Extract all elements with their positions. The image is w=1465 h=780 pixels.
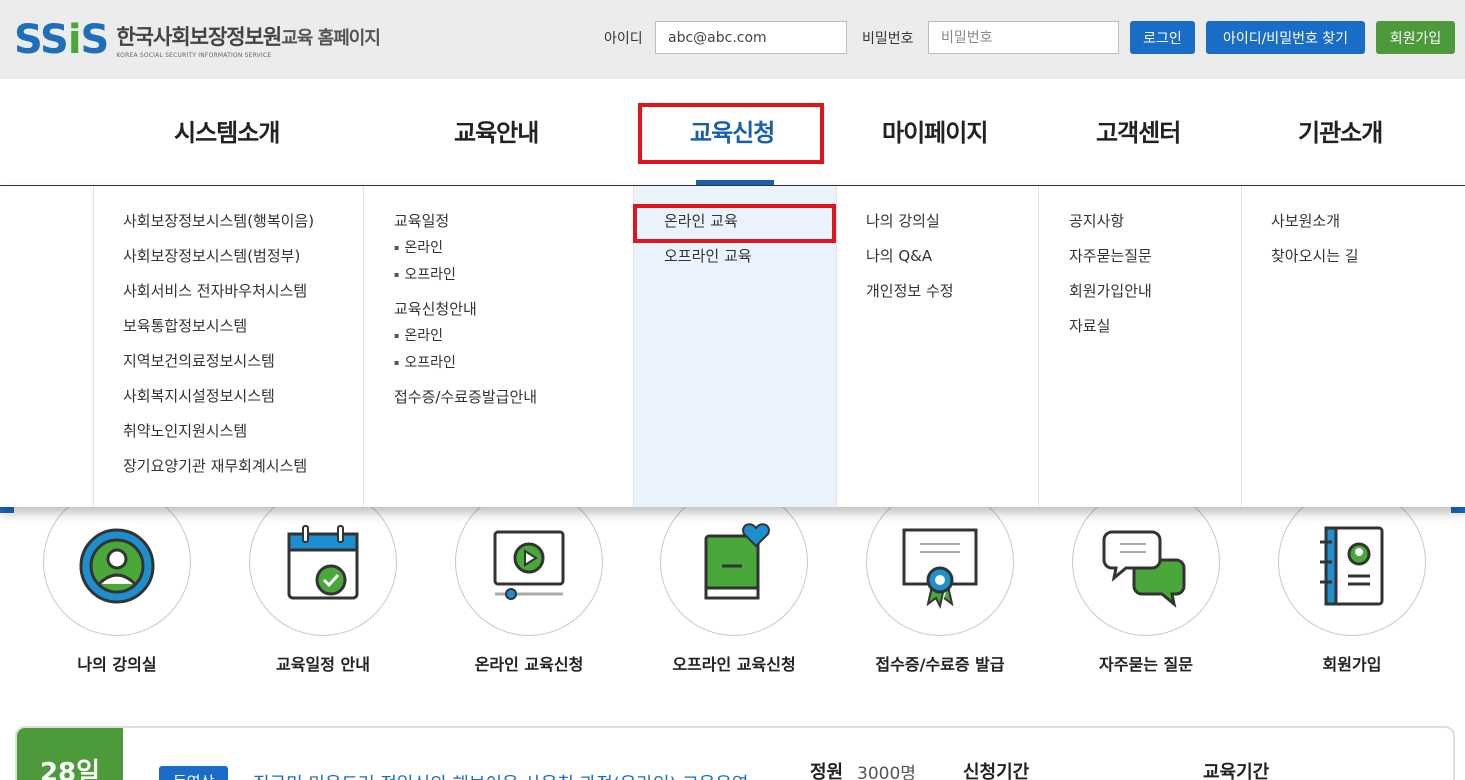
logo-title: 한국사회보장정보원교육 홈페이지 xyxy=(116,25,381,49)
highlight-box-nav xyxy=(638,103,824,164)
quick-link-classroom[interactable] xyxy=(43,488,191,636)
menu-item-certificate-guide[interactable]: 접수증/수료증발급안내 xyxy=(394,387,633,407)
quick-link-faq[interactable] xyxy=(1072,488,1220,636)
find-account-button[interactable]: 아이디/비밀번호 찾기 xyxy=(1206,21,1365,54)
course-title-link[interactable]: 집국민 미음드러 정일신의 해보이음 사음칙 과정(온라인) 교육운영 xyxy=(253,770,813,780)
video-play-icon xyxy=(493,530,565,600)
logo-mark: SSiS xyxy=(14,17,109,63)
menu-col-system: 사회보장정보시스템(행복이음) 사회보장정보시스템(범정부) 사회서비스 전자바… xyxy=(93,186,363,507)
menu-item-profile-edit[interactable]: 개인정보 수정 xyxy=(866,281,1038,301)
logo-english: KOREA SOCIAL SECURITY INFORMATION SERVIC… xyxy=(116,52,272,59)
quick-link-certificate[interactable] xyxy=(866,488,1014,636)
course-type-tag: 동영상 xyxy=(159,766,229,780)
highlight-box-menu xyxy=(633,204,836,243)
menu-item-apply-guide[interactable]: 교육신청안내 xyxy=(394,299,633,319)
user-circle-icon xyxy=(79,528,155,604)
nav-system-intro[interactable]: 시스템소개 xyxy=(174,113,280,148)
menu-col-mypage: 나의 강의실 나의 Q&A 개인정보 수정 xyxy=(836,186,1038,507)
quick-link-schedule[interactable] xyxy=(249,488,397,636)
menu-item-schedule-offline[interactable]: 오프라인 xyxy=(394,265,633,285)
edu-period-label: 교육기간 xyxy=(1203,762,1270,780)
menu-item-join-guide[interactable]: 회원가입안내 xyxy=(1069,281,1241,301)
quick-link-label[interactable]: 회원가입 xyxy=(1252,651,1452,675)
quick-link-label[interactable]: 교육일정 안내 xyxy=(223,651,423,675)
menu-item-classroom[interactable]: 나의 강의실 xyxy=(866,211,1038,231)
menu-item-org-intro[interactable]: 사보원소개 xyxy=(1271,211,1465,231)
nav-about[interactable]: 기관소개 xyxy=(1298,113,1383,148)
menu-item-schedule[interactable]: 교육일정 xyxy=(394,211,633,231)
menu-item-system[interactable]: 사회보장정보시스템(행복이음) xyxy=(123,211,363,231)
quick-link-label[interactable]: 온라인 교육신청 xyxy=(429,651,629,675)
id-input[interactable] xyxy=(655,21,847,54)
chat-bubbles-icon xyxy=(1102,530,1186,608)
quick-link-online-apply[interactable] xyxy=(455,488,603,636)
quick-link-label[interactable]: 접수증/수료증 발급 xyxy=(840,651,1040,675)
menu-item-system[interactable]: 사회보장정보시스템(범정부) xyxy=(123,246,363,266)
active-nav-indicator xyxy=(696,180,774,185)
menu-item-apply-online[interactable]: 온라인 xyxy=(394,326,633,346)
menu-item-system[interactable]: 지역보건의료정보시스템 xyxy=(123,351,363,371)
slider-edge-left xyxy=(0,507,14,513)
site-logo[interactable]: SSiS 한국사회보장정보원교육 홈페이지 KOREA SOCIAL SECUR… xyxy=(14,14,381,66)
quick-link-label[interactable]: 나의 강의실 xyxy=(17,651,217,675)
nav-mypage[interactable]: 마이페이지 xyxy=(882,113,988,148)
quick-link-offline-apply[interactable] xyxy=(660,488,808,636)
password-input[interactable] xyxy=(928,21,1119,54)
login-button[interactable]: 로그인 xyxy=(1130,21,1195,54)
menu-col-guide: 교육일정 온라인 오프라인 교육신청안내 온라인 오프라인 접수증/수료증발급안… xyxy=(363,186,633,507)
menu-item-system[interactable]: 사회서비스 전자바우처시스템 xyxy=(123,281,363,301)
menu-col-about: 사보원소개 찾아오시는 길 xyxy=(1241,186,1465,507)
course-card[interactable]: 28일 동영상 집국민 미음드러 정일신의 해보이음 사음칙 과정(온라인) 교… xyxy=(15,726,1455,780)
join-button[interactable]: 회원가입 xyxy=(1376,21,1455,54)
certificate-icon xyxy=(902,528,978,609)
menu-item-offline-edu[interactable]: 오프라인 교육 xyxy=(664,246,836,266)
quick-link-label[interactable]: 자주묻는 질문 xyxy=(1046,651,1246,675)
menu-item-library[interactable]: 자료실 xyxy=(1069,316,1241,336)
top-bar: SSiS 한국사회보장정보원교육 홈페이지 KOREA SOCIAL SECUR… xyxy=(0,0,1465,79)
nav-support[interactable]: 고객센터 xyxy=(1096,113,1181,148)
password-label: 비밀번호 xyxy=(862,31,914,47)
quick-link-join[interactable] xyxy=(1278,488,1426,636)
menu-item-schedule-online[interactable]: 온라인 xyxy=(394,238,633,258)
id-label: 아이디 xyxy=(604,31,643,47)
menu-item-system[interactable]: 사회복지시설정보시스템 xyxy=(123,386,363,406)
menu-item-system[interactable]: 장기요양기관 재무회계시스템 xyxy=(123,456,363,476)
quick-link-label[interactable]: 오프라인 교육신청 xyxy=(634,651,834,675)
contact-book-icon xyxy=(1320,526,1384,606)
capacity-label: 정원 xyxy=(810,762,844,780)
course-day-badge: 28일 xyxy=(17,728,123,780)
menu-item-qna[interactable]: 나의 Q&A xyxy=(866,246,1038,266)
menu-col-support: 공지사항 자주묻는질문 회원가입안내 자료실 xyxy=(1038,186,1241,507)
menu-item-directions[interactable]: 찾아오시는 길 xyxy=(1271,246,1465,266)
menu-item-apply-offline[interactable]: 오프라인 xyxy=(394,353,633,373)
menu-item-notice[interactable]: 공지사항 xyxy=(1069,211,1241,231)
menu-item-system[interactable]: 보육통합정보시스템 xyxy=(123,316,363,336)
nav-edu-guide[interactable]: 교육안내 xyxy=(454,113,539,148)
menu-item-system[interactable]: 취약노인지원시스템 xyxy=(123,421,363,441)
book-heart-icon xyxy=(704,523,770,600)
apply-period-label: 신청기간 xyxy=(963,762,1030,780)
slider-edge-right xyxy=(1451,507,1465,513)
calendar-check-icon xyxy=(287,525,359,600)
capacity-value: 3000명 xyxy=(857,764,916,780)
menu-item-faq[interactable]: 자주묻는질문 xyxy=(1069,246,1241,266)
